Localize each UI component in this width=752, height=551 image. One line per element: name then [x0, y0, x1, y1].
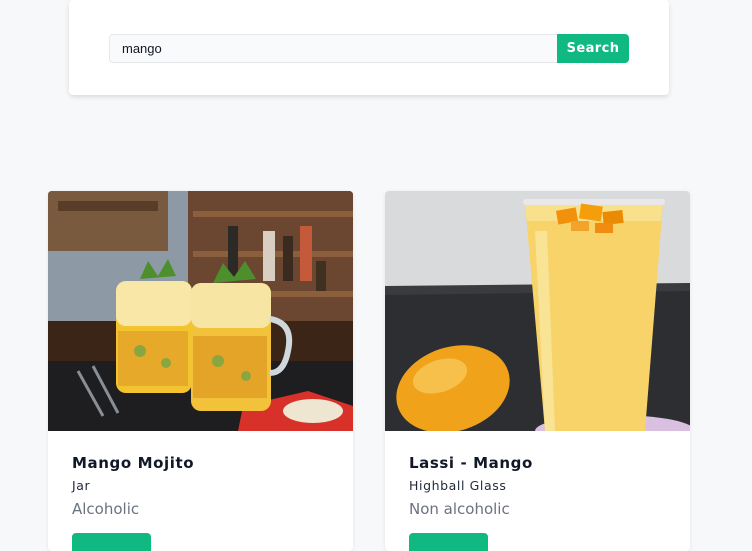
drink-card[interactable]: Lassi - Mango Highball Glass Non alcohol…: [385, 191, 690, 551]
mango-mojito-photo: [48, 191, 353, 431]
drink-glass: Highball Glass: [409, 478, 507, 493]
drink-image: [48, 191, 353, 431]
lassi-mango-photo: [385, 191, 690, 431]
search-input[interactable]: [109, 34, 557, 63]
drink-type: Alcoholic: [72, 500, 140, 518]
drink-type: Non alcoholic: [409, 500, 510, 518]
drink-card[interactable]: Mango Mojito Jar Alcoholic: [48, 191, 353, 551]
card-body: Mango Mojito Jar Alcoholic: [48, 431, 353, 519]
card-body: Lassi - Mango Highball Glass Non alcohol…: [385, 431, 690, 519]
drink-glass: Jar: [72, 478, 91, 493]
search-panel: Search: [69, 0, 669, 95]
drink-title: Lassi - Mango: [409, 454, 533, 472]
search-button[interactable]: Search: [557, 34, 629, 63]
details-button[interactable]: [72, 533, 151, 551]
search-bar: Search: [109, 34, 629, 63]
drink-image: [385, 191, 690, 431]
details-button[interactable]: [409, 533, 488, 551]
drink-title: Mango Mojito: [72, 454, 195, 472]
